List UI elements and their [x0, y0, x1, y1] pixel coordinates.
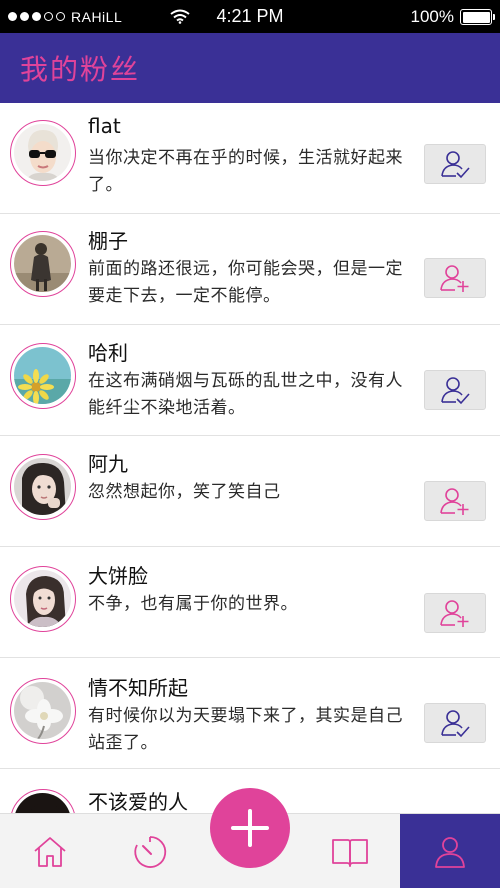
list-item[interactable]: 阿九 忽然想起你，笑了笑自己 — [0, 436, 500, 547]
fan-name: 情不知所起 — [88, 676, 188, 700]
user-add-icon — [440, 600, 469, 627]
user-check-icon — [441, 151, 470, 179]
fan-name: flat — [88, 114, 121, 138]
signal-strength-icon — [8, 12, 65, 21]
avatar[interactable] — [10, 678, 76, 744]
battery-percent: 100% — [410, 7, 454, 26]
fan-bio: 有时候你以为天要塌下来了，其实是自己站歪了。 — [88, 706, 403, 753]
list-item[interactable]: 哈利 在这布满硝烟与瓦砾的乱世之中，没有人能纤尘不染地活着。 — [0, 325, 500, 436]
tab-home[interactable] — [0, 814, 100, 888]
user-icon — [435, 836, 465, 868]
battery-icon — [460, 9, 495, 25]
nav-bar: 我的粉丝 — [0, 33, 500, 103]
tab-discover[interactable] — [100, 814, 200, 888]
user-add-icon — [440, 265, 469, 292]
fan-bio: 不争，也有属于你的世界。 — [88, 594, 298, 614]
follow-button[interactable] — [424, 593, 486, 633]
avatar[interactable] — [10, 231, 76, 297]
status-bar: RAHiLL 4:21 PM 100% — [0, 0, 500, 33]
plus-icon — [231, 809, 269, 847]
page-title: 我的粉丝 — [20, 53, 141, 86]
fan-bio: 在这布满硝烟与瓦砾的乱世之中，没有人能纤尘不染地活着。 — [88, 371, 403, 418]
list-item[interactable]: 情不知所起 有时候你以为天要塌下来了，其实是自己站歪了。 — [0, 658, 500, 769]
fan-name: 棚子 — [88, 229, 128, 253]
following-button[interactable] — [424, 144, 486, 184]
fan-bio: 忽然想起你，笑了笑自己 — [88, 482, 281, 502]
fan-name: 哈利 — [88, 341, 128, 365]
fan-bio: 前面的路还很远，你可能会哭，但是一定要走下去，一定不能停。 — [88, 259, 403, 306]
list-item[interactable]: 棚子 前面的路还很远，你可能会哭，但是一定要走下去，一定不能停。 — [0, 214, 500, 325]
follow-button[interactable] — [424, 481, 486, 521]
user-check-icon — [441, 710, 470, 738]
home-icon — [34, 836, 66, 867]
following-button[interactable] — [424, 370, 486, 410]
book-icon — [332, 838, 368, 867]
fan-name: 阿九 — [88, 452, 128, 476]
avatar[interactable] — [10, 454, 76, 520]
avatar[interactable] — [10, 566, 76, 632]
user-check-icon — [441, 377, 470, 405]
tab-me[interactable] — [400, 814, 500, 888]
fans-list: flat 当你决定不再在乎的时候，生活就好起来了。 棚子 前面的路还很远，你可能… — [0, 103, 500, 813]
fan-bio: 当你决定不再在乎的时候，生活就好起来了。 — [88, 148, 403, 195]
list-item[interactable]: 大饼脸 不争，也有属于你的世界。 — [0, 547, 500, 658]
carrier-name: RAHiLL — [71, 8, 123, 25]
list-item[interactable]: flat 当你决定不再在乎的时候，生活就好起来了。 — [0, 103, 500, 214]
avatar[interactable] — [10, 789, 76, 813]
tab-read[interactable] — [300, 814, 400, 888]
avatar[interactable] — [10, 343, 76, 409]
wifi-icon — [170, 9, 190, 24]
fan-name: 大饼脸 — [88, 564, 148, 588]
fan-name: 不该爱的人 — [88, 790, 188, 813]
following-button[interactable] — [424, 703, 486, 743]
user-add-icon — [440, 488, 469, 515]
add-button[interactable] — [210, 788, 290, 868]
avatar[interactable] — [10, 120, 76, 186]
follow-button[interactable] — [424, 258, 486, 298]
timer-icon — [134, 835, 167, 868]
